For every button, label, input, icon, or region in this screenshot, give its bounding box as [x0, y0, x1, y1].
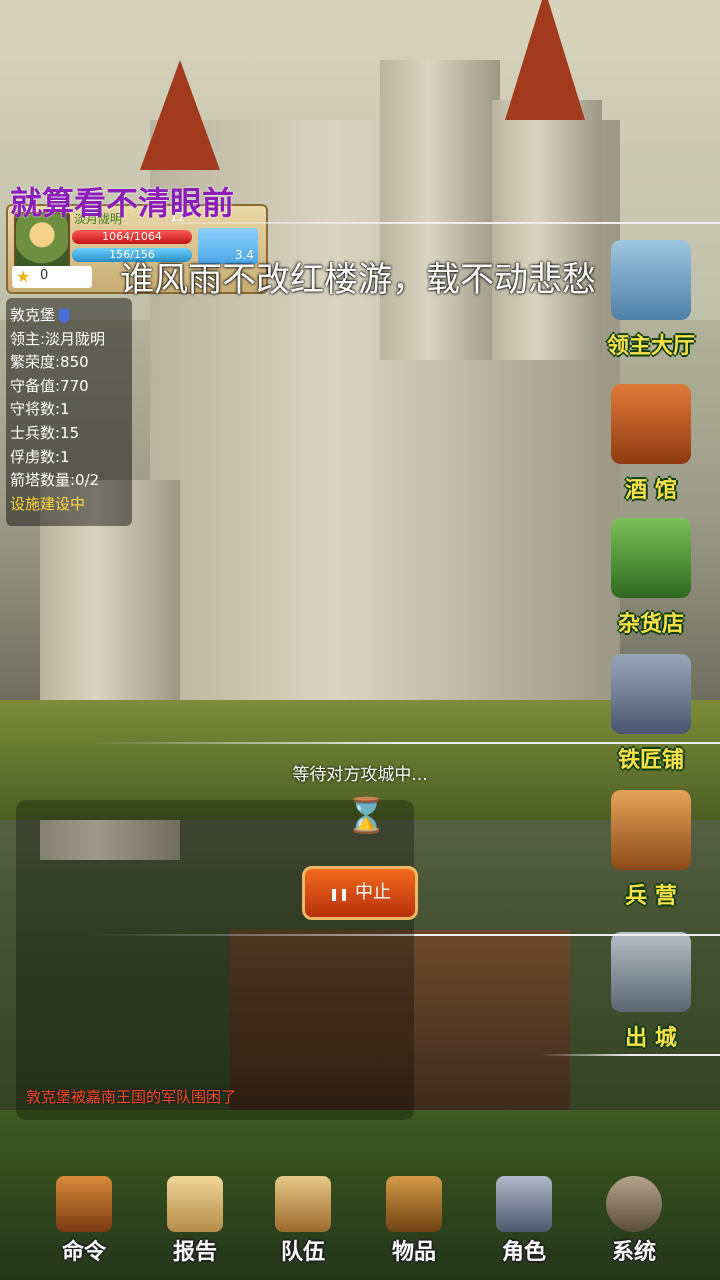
exit-city-button[interactable]: 出 城	[596, 932, 706, 1052]
castle-soldiers: 士兵数:15	[10, 423, 80, 442]
nav-items[interactable]: 物品	[364, 1176, 464, 1272]
nav-command[interactable]: 命令	[34, 1176, 134, 1272]
barracks-button[interactable]: 兵 营	[596, 790, 706, 910]
nav-character-label: 角色	[501, 1240, 546, 1265]
castle-name: 敦克堡	[10, 306, 56, 324]
city-gate-icon	[611, 932, 691, 1012]
blacksmith-button[interactable]: 铁匠铺	[596, 654, 706, 774]
nav-team[interactable]: 队伍	[253, 1176, 353, 1272]
castle-generals: 守将数:1	[10, 400, 70, 419]
barracks-label: 兵 营	[625, 884, 677, 909]
castle-status[interactable]: 设施建设中	[10, 493, 128, 517]
lord-hall-label: 领主大厅	[606, 334, 695, 359]
hp-bar: 1064/1064	[72, 230, 192, 244]
castle-keep	[380, 60, 500, 360]
nav-character[interactable]: 角色	[474, 1176, 574, 1272]
siege-log-message: 敦克堡被嘉南王国的军队围困了	[26, 1088, 237, 1106]
overlay-title: 就算看不清眼前	[10, 184, 235, 222]
castle-name-row: 敦克堡	[10, 304, 128, 328]
stop-label: 中止	[355, 882, 392, 903]
exit-city-label: 出 城	[625, 1026, 677, 1051]
character-icon	[496, 1176, 552, 1232]
items-icon	[386, 1176, 442, 1232]
pause-icon: ❚❚	[328, 887, 350, 901]
divider	[90, 742, 720, 744]
shield-icon	[59, 308, 70, 323]
castle-prisoners: 俘虏数:1	[10, 447, 70, 466]
castle-lord: 领主:淡月陇明	[10, 329, 106, 348]
tavern-label: 酒 馆	[625, 478, 677, 503]
nav-report-label: 报告	[172, 1240, 217, 1265]
grocery-button[interactable]: 杂货店	[596, 518, 706, 638]
castle-tower-right	[492, 100, 602, 360]
barracks-icon	[611, 790, 691, 870]
nav-system[interactable]: 系统	[584, 1176, 684, 1272]
siege-waiting-text: 等待对方攻城中...	[292, 765, 428, 785]
hourglass-icon: ⌛	[345, 796, 388, 836]
star-value: 0	[40, 268, 49, 283]
siege-dialog	[16, 800, 414, 1120]
nav-report[interactable]: 报告	[145, 1176, 245, 1272]
nav-items-label: 物品	[391, 1240, 436, 1265]
nav-team-label: 队伍	[280, 1240, 325, 1265]
system-gear-icon	[606, 1176, 662, 1232]
star-icon: ★	[16, 267, 31, 286]
castle-defense: 守备值:770	[10, 376, 89, 395]
lord-hall-icon	[611, 240, 691, 320]
tower-roof	[505, 0, 585, 120]
castle-info-panel: 敦克堡 领主:淡月陇明 繁荣度:850 守备值:770 守将数:1 士兵数:15…	[6, 298, 132, 526]
castle-towers: 箭塔数量:0/2	[10, 471, 100, 490]
divider	[540, 1054, 720, 1056]
team-icon	[275, 1176, 331, 1232]
nav-command-label: 命令	[61, 1240, 106, 1265]
tower-roof	[140, 60, 220, 170]
blacksmith-icon	[611, 654, 691, 734]
grocery-label: 杂货店	[617, 612, 684, 637]
castle-prosperity: 繁荣度:850	[10, 353, 89, 372]
stop-button[interactable]: ❚❚ 中止	[302, 866, 418, 920]
grocery-icon	[611, 518, 691, 598]
nav-system-label: 系统	[611, 1240, 656, 1265]
overlay-subtitle: 谁风雨不改红楼游，载不动悲愁	[120, 260, 596, 300]
lord-hall-button[interactable]: 领主大厅	[596, 240, 706, 360]
report-icon	[167, 1176, 223, 1232]
tavern-icon	[611, 384, 691, 464]
tavern-button[interactable]: 酒 馆	[596, 384, 706, 504]
star-counter: ★ 0	[12, 266, 92, 288]
village-house	[410, 930, 570, 1110]
command-icon	[56, 1176, 112, 1232]
divider	[90, 222, 720, 224]
